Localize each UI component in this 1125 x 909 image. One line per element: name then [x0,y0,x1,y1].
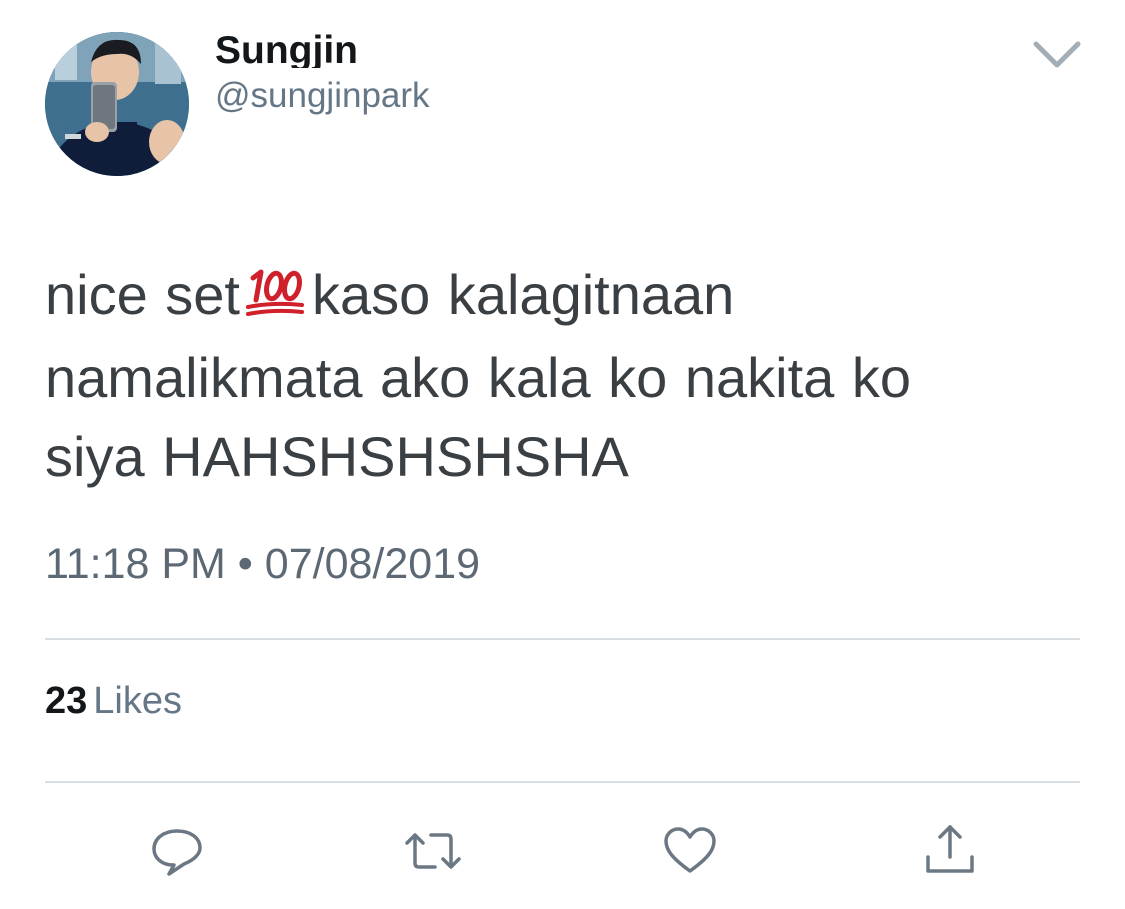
avatar[interactable] [45,32,189,176]
reply-icon [152,829,202,876]
avatar-photo [45,32,189,176]
tweet-timestamp[interactable]: 11:18 PM • 07/08/2019 [45,540,480,589]
display-name[interactable]: Sungjin [215,28,358,68]
retweet-icon [405,833,461,869]
tweet-text-segment: kaso kalagitnaan [312,263,735,326]
tweet-text-line-3: siya HAHSHSHSHSHA [45,425,629,488]
user-handle[interactable]: @sungjinpark [215,76,430,116]
tweet-text-segment: nice set [45,263,240,326]
divider [45,638,1080,640]
heart-icon [664,827,716,873]
hundred-points-emoji-icon [244,259,306,338]
share-icon [926,825,974,873]
tweet-text: nice set kaso kalagitnaan namalikmata ak… [45,255,1085,496]
tweet-card: Sungjin @sungjinpark nice set kaso kalag… [0,0,1125,909]
divider [45,781,1080,783]
tweet-text-line-2: namalikmata ako kala ko nakita ko [45,346,911,409]
reply-button[interactable] [147,823,207,879]
likes-label: Likes [93,680,182,722]
like-button[interactable] [660,823,720,879]
likes-number: 23 [45,680,88,722]
likes-count[interactable]: 23 Likes [45,680,182,723]
tweet-text-line-1: nice set kaso kalagitnaan [45,255,1085,338]
share-button[interactable] [920,823,980,879]
more-options-chevron-down-icon[interactable] [1030,36,1084,76]
retweet-button[interactable] [403,823,463,879]
